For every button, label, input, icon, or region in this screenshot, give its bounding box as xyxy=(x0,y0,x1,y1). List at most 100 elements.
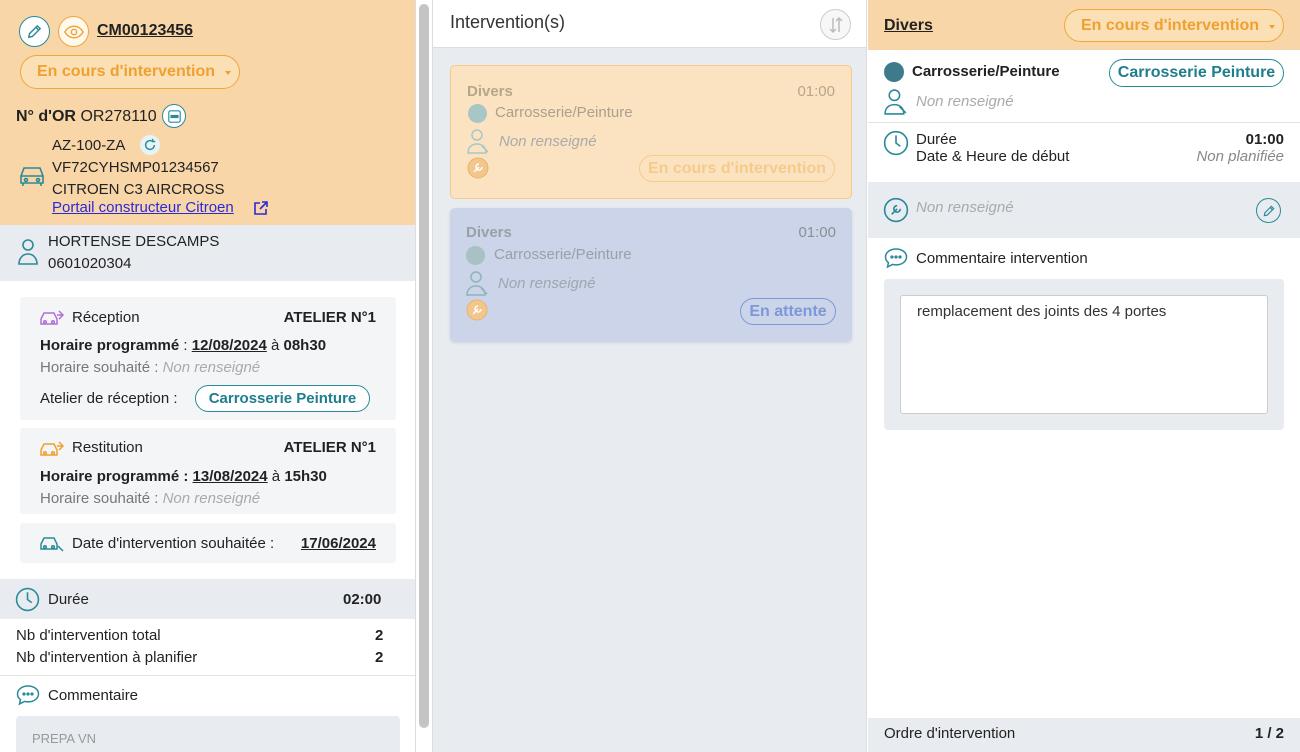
detail-title[interactable]: Divers xyxy=(884,17,933,35)
stat-plan-value: 2 xyxy=(375,649,384,666)
reception-wish-value: Non renseigné xyxy=(162,359,261,376)
sort-icon xyxy=(828,16,843,33)
pencil-icon xyxy=(1263,205,1274,216)
restitution-prog-time: 15h30 xyxy=(284,468,327,485)
left-comment-box[interactable]: PREPA VN xyxy=(16,716,400,752)
reception-wish-label: Horaire souhaité : xyxy=(40,359,159,376)
order-status-label: En cours d'intervention xyxy=(37,63,216,80)
intervention-card-assignee: Non renseigné xyxy=(498,275,596,292)
restitution-prog-label: Horaire programmé : xyxy=(40,468,189,485)
detail-comment-label: Commentaire intervention xyxy=(916,250,1088,267)
restitution-prog-sep: à xyxy=(271,468,281,485)
intervention-card-status: En attente xyxy=(740,298,836,325)
restitution-card: Restitution ATELIER N°1 Horaire programm… xyxy=(20,428,396,514)
restitution-wish-label: Horaire souhaité : xyxy=(40,490,159,507)
client-name: HORTENSE DESCAMPS xyxy=(48,233,220,250)
reception-atelier-label: Atelier de réception : xyxy=(40,390,178,407)
chevron-down-icon xyxy=(225,71,231,75)
interventions-header: Intervention(s) xyxy=(433,0,866,48)
intervention-card-time: 01:00 xyxy=(797,83,835,100)
left-scrollbar[interactable] xyxy=(419,4,429,728)
vehicle-model: CITROEN C3 AIRCROSS xyxy=(52,181,225,198)
category-dot xyxy=(468,104,487,123)
pencil-icon xyxy=(27,24,42,39)
reception-card: Réception ATELIER N°1 Horaire programmé … xyxy=(20,297,396,420)
divider xyxy=(0,675,415,676)
left-comment-value: PREPA VN xyxy=(32,731,97,746)
chevron-down-icon xyxy=(1269,25,1275,29)
detail-status-select[interactable]: En cours d'intervention xyxy=(1064,9,1284,42)
stat-total-value: 2 xyxy=(375,627,384,644)
category-dot xyxy=(466,246,485,265)
car-return-icon xyxy=(40,441,65,456)
wrench-badge-icon xyxy=(467,157,489,179)
order-status-select[interactable]: En cours d'intervention xyxy=(20,55,240,89)
detail-tech: Non renseigné xyxy=(916,199,1014,216)
edit-tech-button[interactable] xyxy=(1256,198,1281,223)
view-order-button[interactable] xyxy=(58,16,89,47)
interventions-title: Intervention(s) xyxy=(450,12,566,32)
intervention-card-category: Carrosserie/Peinture xyxy=(495,104,633,121)
intervention-card-status: En cours d'intervention xyxy=(639,155,835,182)
external-link-icon[interactable] xyxy=(253,200,269,216)
restitution-wish-row: Horaire souhaité : Non renseigné xyxy=(40,490,260,507)
wish-date-card: Date d'intervention souhaitée : 17/06/20… xyxy=(20,523,396,563)
detail-header: Divers En cours d'intervention xyxy=(868,0,1300,50)
intervention-card-title: Divers xyxy=(467,83,513,100)
intervention-card-time: 01:00 xyxy=(798,224,836,241)
order-index-label: Ordre d'intervention xyxy=(884,725,1016,742)
refresh-icon xyxy=(144,138,156,151)
detail-category: Carrosserie/Peinture xyxy=(912,63,1060,80)
technician-icon xyxy=(884,89,907,115)
left-duree-label: Durée xyxy=(48,591,89,608)
intervention-card-title: Divers xyxy=(466,224,512,241)
technician-icon xyxy=(466,271,488,296)
intervention-card-category: Carrosserie/Peinture xyxy=(494,246,632,263)
vehicle-vin: VF72CYHSMP01234567 xyxy=(52,159,219,176)
detail-start-label: Date & Heure de début xyxy=(916,148,1070,165)
interventions-panel: Intervention(s) Divers 01:00 Carrosserie… xyxy=(432,0,867,752)
detail-comment-wrap: remplacement des joints des 4 portes xyxy=(884,279,1284,430)
eye-icon xyxy=(63,24,84,39)
sync-vehicle-button[interactable] xyxy=(140,135,160,155)
intervention-card[interactable]: Divers 01:00 Carrosserie/Peinture Non re… xyxy=(450,208,852,342)
vehicle-plate: AZ-100-ZA xyxy=(52,137,126,154)
detail-comment-textarea[interactable]: remplacement des joints des 4 portes xyxy=(900,295,1268,414)
detail-duree-value: 01:00 xyxy=(1245,131,1284,148)
stat-total-label: Nb d'intervention total xyxy=(16,627,161,644)
clock-icon xyxy=(883,130,909,156)
or-number-row: N° d'OR OR278110 xyxy=(16,108,157,126)
user-icon xyxy=(18,239,38,265)
left-duree-bar: Durée 02:00 xyxy=(0,579,415,619)
detail-tech-bar: Non renseigné xyxy=(868,182,1300,238)
detail-assignee: Non renseigné xyxy=(916,93,1014,110)
order-index-value: 1 / 2 xyxy=(1254,725,1284,742)
reception-title: Réception xyxy=(72,309,140,326)
edit-order-button[interactable] xyxy=(19,16,50,47)
detail-category-pill: Carrosserie Peinture xyxy=(1109,59,1284,87)
left-comment-label: Commentaire xyxy=(48,687,139,704)
restitution-atelier: ATELIER N°1 xyxy=(283,439,376,456)
order-code-link[interactable]: CM00123456 xyxy=(97,22,193,40)
manufacturer-portal-link[interactable]: Portail constructeur Citroen xyxy=(52,199,234,216)
sort-interventions-button[interactable] xyxy=(820,9,851,40)
pdf-button[interactable] xyxy=(162,104,186,128)
pdf-icon xyxy=(167,109,181,123)
category-dot xyxy=(884,62,904,82)
restitution-wish-value: Non renseigné xyxy=(162,490,261,507)
client-section: HORTENSE DESCAMPS 0601020304 xyxy=(0,225,415,281)
reception-prog-sep: à xyxy=(270,337,280,354)
intervention-card[interactable]: Divers 01:00 Carrosserie/Peinture Non re… xyxy=(450,65,852,199)
reception-wish-row: Horaire souhaité : Non renseigné xyxy=(40,359,260,376)
wish-date-value: 17/06/2024 xyxy=(300,535,376,552)
restitution-programmed-row: Horaire programmé : 13/08/2024 à 15h30 xyxy=(40,468,327,485)
or-number: OR278110 xyxy=(80,108,157,125)
reception-atelier-pill: Carrosserie Peinture xyxy=(195,385,370,412)
order-panel: CM00123456 En cours d'intervention N° d'… xyxy=(0,0,416,752)
wrench-icon xyxy=(883,197,909,223)
detail-duree-label: Durée xyxy=(916,131,957,148)
reception-programmed-row: Horaire programmé : 12/08/2024 à 08h30 xyxy=(40,337,327,354)
reception-prog-time: 08h30 xyxy=(283,337,327,354)
client-phone: 0601020304 xyxy=(48,255,132,272)
detail-start-value: Non planifiée xyxy=(1196,148,1284,165)
